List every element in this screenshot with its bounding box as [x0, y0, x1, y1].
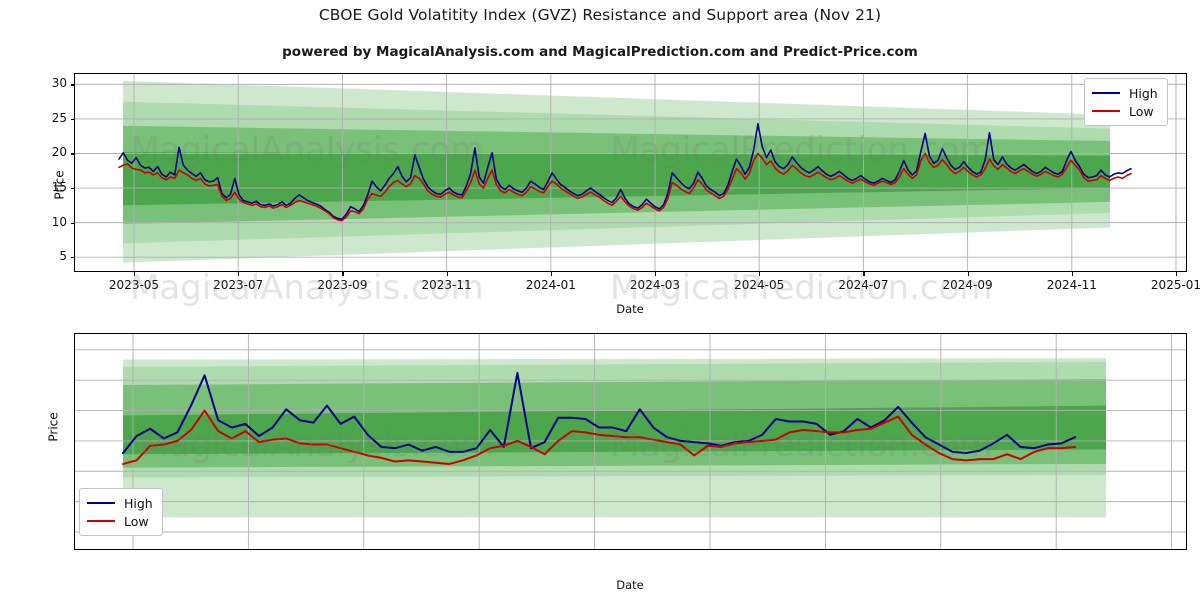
x-axis-tick-label: 2024-01: [525, 278, 576, 292]
x-axis-tick-mark: [550, 272, 552, 276]
upper-legend[interactable]: High Low: [1084, 78, 1168, 126]
legend-label-high: High: [1129, 85, 1158, 101]
x-axis-tick-mark: [134, 272, 136, 276]
upper-xaxis-label: Date: [616, 302, 644, 316]
legend-swatch-low-2: [87, 520, 115, 522]
y-axis-tick-label: 30: [51, 76, 67, 91]
lower-ylabel-text: Price: [46, 412, 61, 442]
x-axis-tick-mark: [655, 272, 657, 276]
y-axis-tick-mark: [71, 257, 75, 259]
legend-swatch-high: [1092, 92, 1120, 94]
legend-swatch-high-2: [87, 502, 115, 504]
upper-plot-svg: [75, 74, 1186, 271]
y-axis-tick-label: 15: [51, 180, 67, 195]
x-axis-tick-mark: [1071, 272, 1073, 276]
upper-plot-area: [74, 73, 1187, 272]
x-axis-tick-label: 2024-05: [734, 278, 785, 292]
x-axis-tick-label: 2024-11: [1046, 278, 1097, 292]
x-axis-tick-label: 2024-03: [629, 278, 681, 292]
x-axis-tick-mark: [759, 272, 761, 276]
lower-plot-svg: [75, 334, 1186, 549]
x-axis-tick-label: 2023-07: [213, 278, 264, 292]
y-axis-tick-label: 20: [51, 145, 67, 160]
lower-ylabel: Price: [0, 412, 68, 441]
y-axis-tick-mark: [71, 222, 75, 224]
legend-entry-low-2[interactable]: Low: [87, 512, 153, 530]
lower-legend[interactable]: High Low: [79, 488, 163, 536]
y-axis-tick-label: 10: [51, 214, 67, 229]
x-axis-tick-mark: [446, 272, 448, 276]
x-axis-tick-label: 2025-01: [1150, 278, 1200, 292]
x-axis-tick-mark: [967, 272, 969, 276]
legend-label-high-2: High: [124, 495, 153, 511]
y-axis-tick-mark: [71, 188, 75, 190]
y-axis-tick-label: 25: [51, 110, 67, 125]
upper-chart-panel: Price 5 10 15 20 25 30 2023-05 2023-07 2023-09 20…: [0, 0, 1200, 320]
y-axis-tick-label: 5: [59, 249, 67, 264]
x-axis-tick-mark: [1176, 272, 1178, 276]
legend-entry-high-2[interactable]: High: [87, 494, 153, 512]
chart-page: CBOE Gold Volatitity Index (GVZ) Resista…: [0, 0, 1200, 600]
lower-plot-area: [74, 333, 1187, 550]
legend-swatch-low: [1092, 110, 1120, 112]
y-axis-tick-mark: [71, 84, 75, 86]
lower-xaxis-label: Date: [616, 578, 644, 592]
lower-chart-panel: Price 10.012.515.017.520.022.525.02024-0…: [0, 320, 1200, 600]
x-axis-tick-label: 2023-05: [108, 278, 160, 292]
legend-entry-low[interactable]: Low: [1092, 102, 1158, 120]
legend-label-low: Low: [1129, 103, 1154, 119]
x-axis-tick-label: 2024-07: [838, 278, 889, 292]
x-axis-tick-mark: [863, 272, 865, 276]
x-axis-tick-mark: [342, 272, 344, 276]
legend-entry-high[interactable]: High: [1092, 84, 1158, 102]
legend-label-low-2: Low: [124, 513, 149, 529]
x-axis-tick-label: 2023-09: [317, 278, 368, 292]
x-axis-tick-mark: [238, 272, 240, 276]
x-axis-tick-label: 2024-09: [942, 278, 993, 292]
y-axis-tick-mark: [71, 153, 75, 155]
y-axis-tick-mark: [71, 118, 75, 121]
x-axis-tick-label: 2023-11: [421, 278, 472, 292]
